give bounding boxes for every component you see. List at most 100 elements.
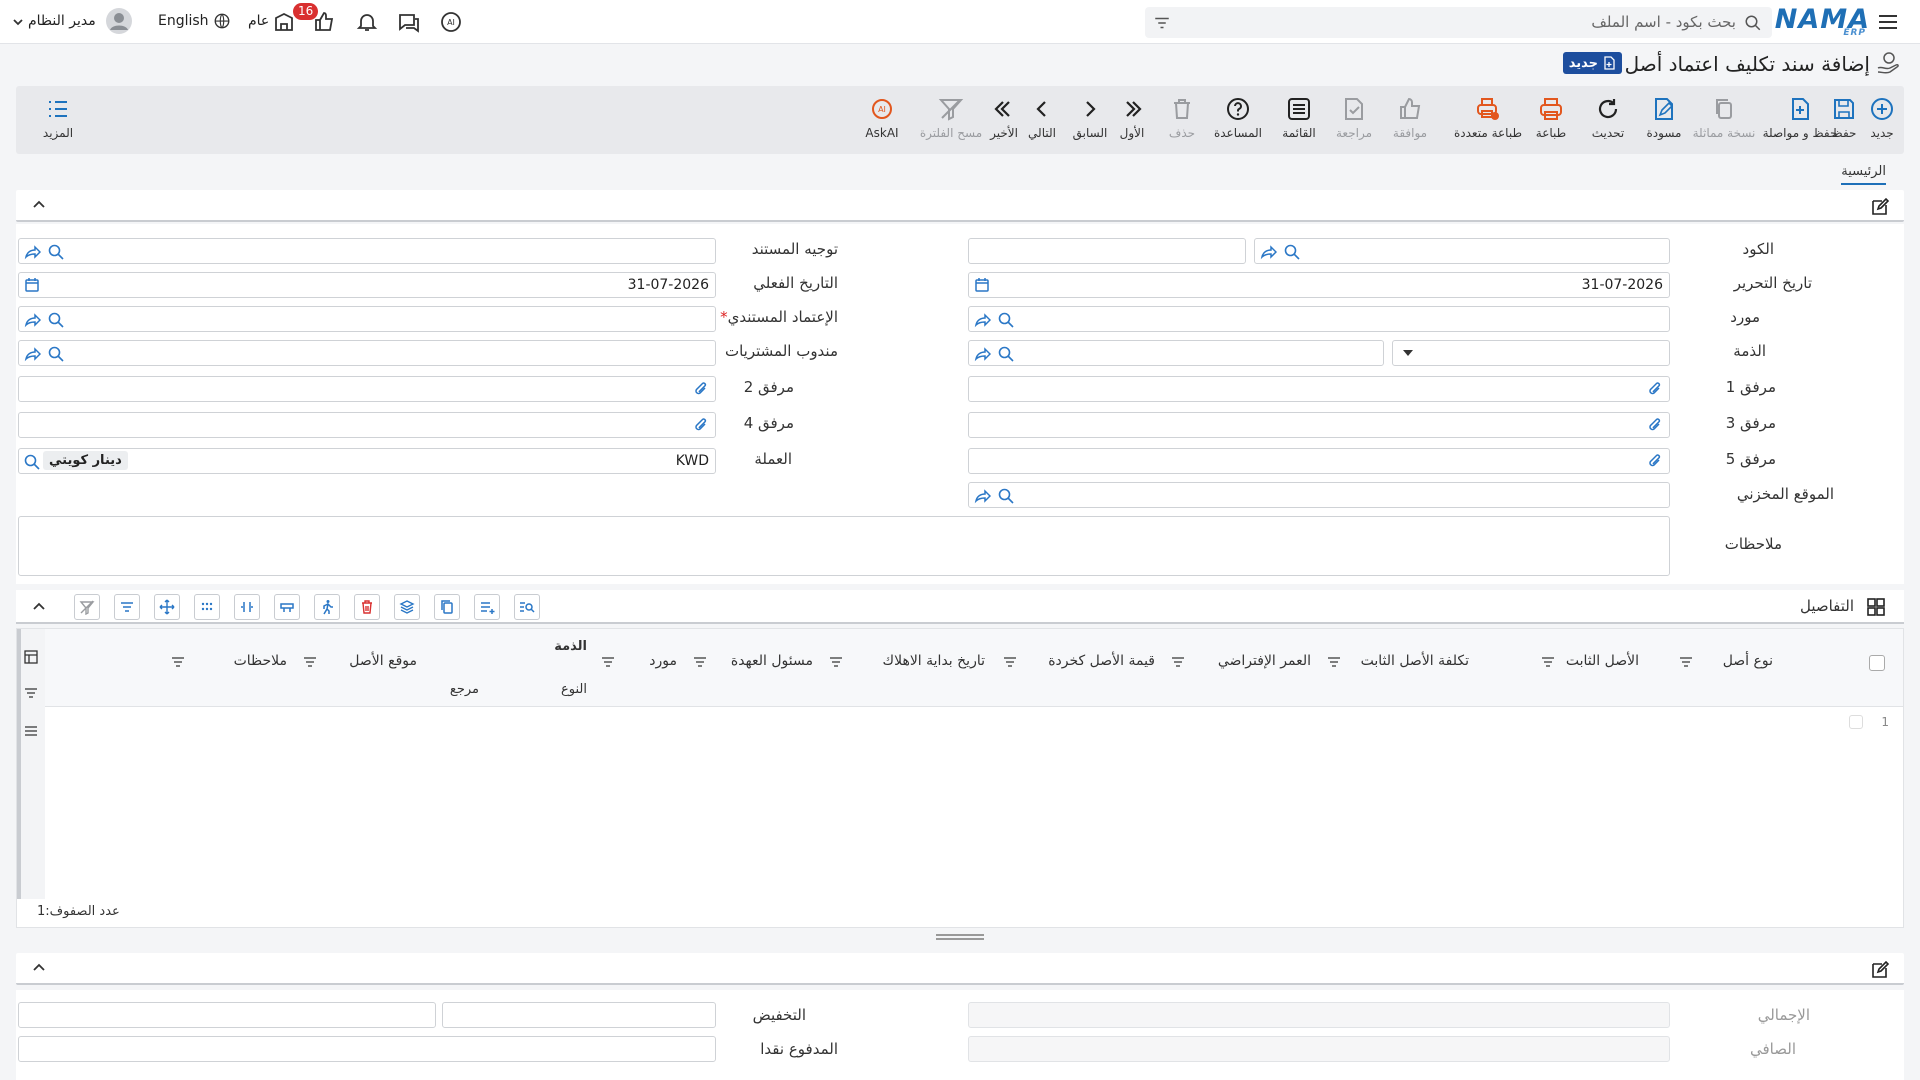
collapse-chevron-icon[interactable] [32,600,46,614]
edit-date-field[interactable]: 31-07-2026 [968,272,1670,298]
doc-direction-field[interactable] [18,238,716,264]
col-supplier[interactable]: مورد [649,653,677,669]
tab-main[interactable]: الرئيسية [1841,164,1886,185]
col-useful-life[interactable]: العمر الإفتراضي [1218,653,1311,669]
supplier-field[interactable] [968,306,1670,332]
attach3-field[interactable] [968,412,1670,438]
hamburger-menu-icon[interactable] [1876,10,1900,34]
col-depreciation-start[interactable]: تاريخ بداية الاهلاك [883,653,985,669]
add-lines-icon[interactable] [474,594,500,620]
user-name[interactable]: مدير النظام [28,13,96,29]
search-lines-icon[interactable] [514,594,540,620]
attach1-field[interactable] [968,376,1670,402]
doc-approval-field[interactable] [18,306,716,332]
col-custodian[interactable]: مسئول العهدة [731,653,813,669]
language-switch[interactable]: English [158,13,209,29]
trash-icon[interactable] [354,594,380,620]
filter-lines-icon[interactable] [114,594,140,620]
column-filter-icon[interactable] [601,655,615,669]
askai-button[interactable]: AI AskAI [852,96,912,140]
table-row[interactable]: 1 [45,707,1903,737]
nama-logo[interactable]: NAMA ERP [1775,4,1870,38]
attach2-field[interactable] [18,376,716,402]
grid-view-icon [1866,597,1886,617]
column-filter-icon[interactable] [1003,655,1017,669]
draft-button[interactable]: مسودة [1634,96,1694,140]
resize-handle[interactable] [936,934,984,940]
chat-icon[interactable] [397,10,421,34]
refresh-button[interactable]: تحديث [1578,96,1638,140]
row-number: 1 [1881,715,1889,729]
ai-assistant-icon[interactable]: AI [439,10,463,34]
notes-textarea[interactable] [18,516,1670,576]
collapse-chevron-icon[interactable] [32,961,46,975]
warehouse-field[interactable] [968,482,1670,508]
col-account-ref[interactable]: مرجع [450,682,479,697]
edit-section-icon[interactable] [1870,197,1890,217]
discount-amount-field[interactable] [18,1002,436,1028]
approve-button[interactable]: موافقة [1380,96,1440,140]
list-button[interactable]: القائمة [1269,96,1329,140]
lookup-icon [998,346,1014,362]
save-continue-button[interactable]: حفظ و مواصلة [1762,96,1838,140]
column-filter-icon[interactable] [1679,655,1693,669]
purchase-rep-field[interactable] [18,340,716,366]
chevron-down-icon[interactable] [12,16,24,28]
column-filter-icon[interactable] [171,655,185,669]
attach4-field[interactable] [18,412,716,438]
avatar[interactable] [106,8,132,34]
bell-icon[interactable] [355,10,379,34]
help-button[interactable]: المساعدة [1208,96,1268,140]
col-notes[interactable]: ملاحظات [234,653,287,669]
collapse-chevron-icon[interactable] [32,198,46,212]
col-account-type[interactable]: النوع [561,682,587,697]
branch-icon[interactable] [272,10,296,34]
table-settings-icon[interactable] [23,649,39,665]
totals-section-bar [16,953,1904,985]
actual-date-field[interactable]: 31-07-2026 [18,272,716,298]
duplicate-row-icon[interactable] [434,594,460,620]
cash-paid-field[interactable] [18,1036,716,1062]
copy-button[interactable]: نسخة مماثلة [1688,96,1760,140]
column-filter-icon[interactable] [829,655,843,669]
cash-paid-label: المدفوع نقدا [760,1040,838,1058]
insert-row-icon[interactable] [274,594,300,620]
account-field[interactable] [968,340,1384,366]
column-filter-icon[interactable] [303,655,317,669]
runner-icon[interactable] [314,594,340,620]
column-filter-icon[interactable] [1327,655,1341,669]
more-button[interactable]: المزيد [28,96,88,140]
column-filter-icon[interactable] [1541,655,1555,669]
search-input[interactable]: بحث بكود - اسم الملف [1145,7,1772,38]
move-icon[interactable] [154,594,180,620]
code-secondary-field[interactable] [968,238,1246,264]
review-button[interactable]: مراجعة [1324,96,1384,140]
filter-icon[interactable] [1153,14,1171,32]
currency-field[interactable]: KWD دينار كويتي [18,448,716,474]
branch-label[interactable]: عام [248,13,269,29]
col-fixed-asset[interactable]: الأصل الثابت [1566,653,1639,669]
print-button[interactable]: طباعة [1521,96,1581,140]
col-scrap-value[interactable]: قيمة الأصل كخردة [1048,653,1155,669]
expand-width-icon[interactable] [234,594,260,620]
attach5-field[interactable] [968,448,1670,474]
globe-icon[interactable] [207,12,231,36]
multi-print-button[interactable]: طباعة متعددة [1448,96,1528,140]
menu-lines-icon[interactable] [23,723,39,739]
column-filter-icon[interactable] [1171,655,1185,669]
account-type-select[interactable] [1392,340,1670,366]
filter-icon[interactable] [23,685,39,701]
select-all-checkbox[interactable] [1869,655,1885,671]
column-filter-icon[interactable] [693,655,707,669]
col-asset-type[interactable]: نوع أصل [1723,653,1773,669]
edit-section-icon[interactable] [1870,960,1890,980]
layers-icon[interactable] [394,594,420,620]
dots-grid-icon[interactable] [194,594,220,620]
code-field[interactable] [1254,238,1670,264]
row-checkbox[interactable] [1849,715,1863,729]
col-asset-location[interactable]: موقع الأصل [349,653,417,669]
col-asset-cost[interactable]: تكلفة الأصل الثابت [1361,653,1469,669]
discount-percent-field[interactable] [442,1002,716,1028]
clear-filter-button[interactable]: مسح الفلترة [916,96,986,140]
clear-filter-icon[interactable] [74,594,100,620]
